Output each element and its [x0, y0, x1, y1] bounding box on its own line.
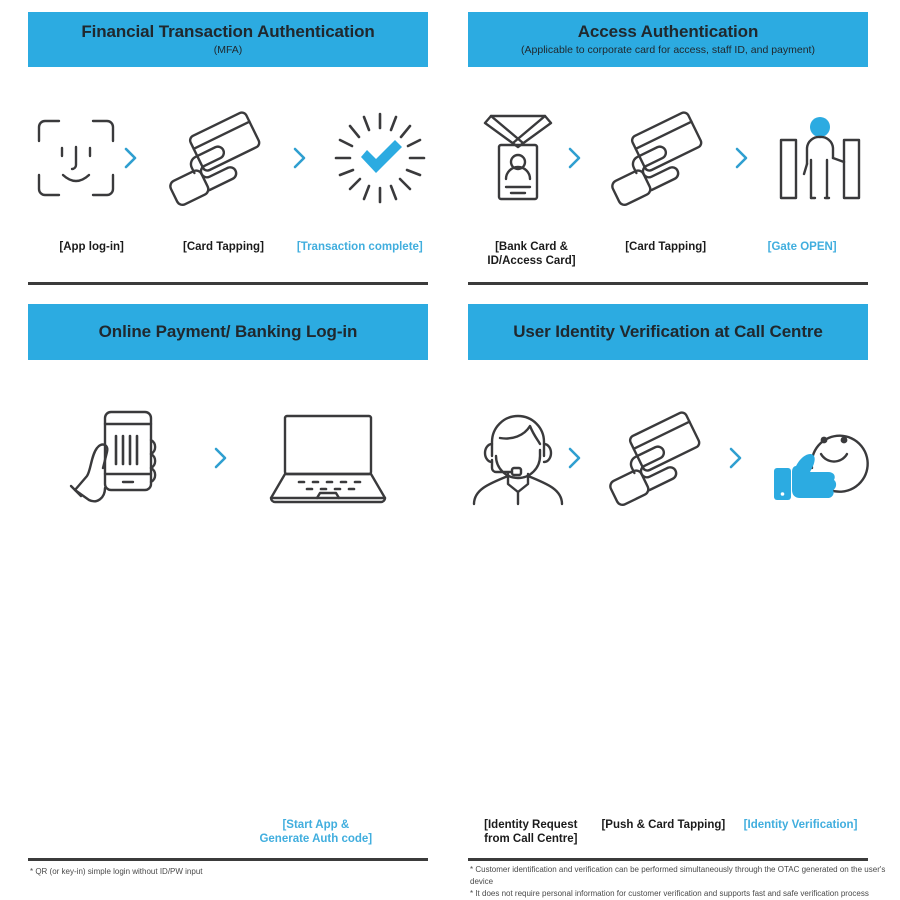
step-label: [App log-in] — [59, 241, 124, 253]
panel-divider — [468, 282, 868, 285]
panel-header-banner: User Identity Verification at Call Centr… — [468, 304, 868, 360]
panel-subtitle: (Applicable to corporate card for access… — [521, 43, 815, 56]
step-label: [Identity Verification] — [743, 819, 858, 831]
chevron-right-icon — [214, 447, 228, 469]
chevron-right-icon — [729, 447, 743, 469]
chevron-right-icon — [293, 147, 307, 169]
panel-title: Access Authentication — [577, 22, 759, 42]
step-label: [Push & Card Tapping] — [601, 819, 726, 831]
chevron-right-icon — [568, 147, 582, 169]
step-label: [Card Tapping] — [625, 241, 707, 253]
card-tapping-icon — [603, 410, 709, 506]
labels-row: [Identity Request from Call Centre] [Pus… — [468, 818, 868, 858]
panel-divider — [468, 858, 868, 861]
chevron-right-icon — [735, 147, 749, 169]
step-label: [Bank Card & ID/Access Card] — [487, 241, 576, 268]
steps-row — [28, 395, 428, 520]
panel-title: User Identity Verification at Call Centr… — [513, 322, 823, 342]
panel-subtitle: (MFA) — [213, 43, 243, 56]
check-burst-icon — [332, 112, 428, 204]
card-tapping-icon — [605, 110, 711, 206]
footnote-line: * Customer identification and verificati… — [470, 865, 886, 886]
infographic-board: Financial Transaction Authentication (MF… — [0, 0, 900, 898]
id-badge-icon — [468, 113, 568, 203]
panel-user-identity-verification-call-centre: User Identity Verification at Call Centr… — [450, 290, 900, 898]
panel-financial-transaction-authentication: Financial Transaction Authentication (MF… — [0, 0, 450, 290]
panel-online-payment-banking-login: Online Payment/ Banking Log-in [Start Ap… — [0, 290, 450, 876]
steps-row — [28, 95, 428, 220]
thumbs-up-smiley-icon — [764, 410, 869, 506]
footnote-line: * It does not require personal informati… — [470, 889, 869, 898]
steps-row — [468, 395, 869, 520]
labels-row: [Bank Card & ID/Access Card] [Card Tappi… — [468, 240, 868, 280]
step-label: [Start App & Generate Auth code] — [259, 819, 373, 846]
panel-divider — [28, 282, 428, 285]
panel-header-banner: Financial Transaction Authentication (MF… — [28, 12, 428, 67]
step-label: [Gate OPEN] — [767, 241, 837, 253]
panel-title: Financial Transaction Authentication — [81, 22, 375, 42]
panel-footnotes: * Customer identification and verificati… — [470, 864, 900, 900]
chevron-right-icon — [124, 147, 138, 169]
labels-row: [App log-in] [Card Tapping] [Transaction… — [28, 240, 428, 280]
panel-divider — [28, 858, 428, 861]
call-centre-agent-icon — [468, 410, 568, 506]
face-id-icon — [28, 115, 124, 201]
panel-access-authentication: Access Authentication (Applicable to cor… — [450, 0, 900, 290]
gate-open-icon — [772, 112, 868, 204]
card-tapping-icon — [163, 110, 269, 206]
step-label: [Identity Request from Call Centre] — [484, 819, 578, 846]
chevron-right-icon — [568, 447, 582, 469]
panel-header-banner: Access Authentication (Applicable to cor… — [468, 12, 868, 67]
panel-header-banner: Online Payment/ Banking Log-in — [28, 304, 428, 360]
step-label: [Card Tapping] — [182, 241, 264, 253]
hand-phone-barcode-icon — [66, 406, 176, 510]
panel-footnotes: * QR (or key-in) simple login without ID… — [30, 866, 203, 878]
laptop-icon — [266, 410, 390, 506]
panel-title: Online Payment/ Banking Log-in — [98, 322, 358, 342]
footnote-line: * QR (or key-in) simple login without ID… — [30, 867, 203, 876]
step-label: [Transaction complete] — [296, 241, 423, 253]
labels-row: [Start App & Generate Auth code] — [28, 818, 428, 858]
steps-row — [468, 95, 868, 220]
